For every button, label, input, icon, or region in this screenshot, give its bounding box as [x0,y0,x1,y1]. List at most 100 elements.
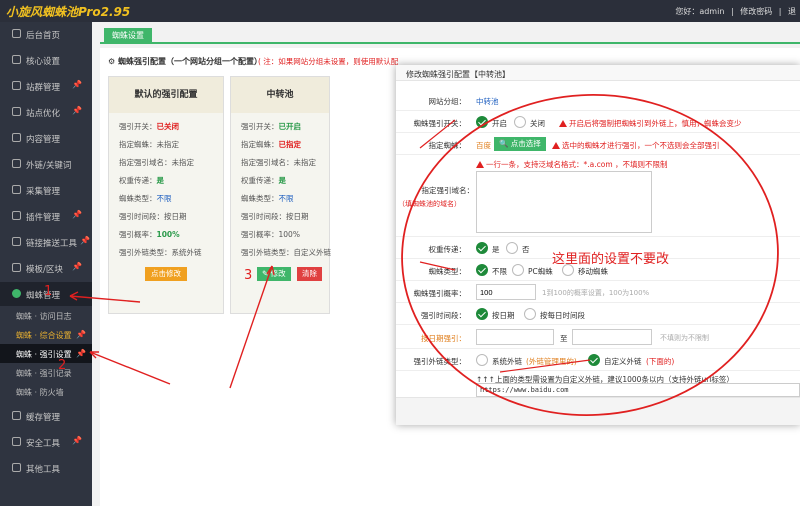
time-label: 强引时间段： [421,311,466,320]
sidebar-item-core-settings[interactable]: 核心设置 [0,48,92,72]
edit-relay-button[interactable]: ✎ 修改 [257,267,291,281]
weight-yes-label: 是 [492,245,500,254]
send-icon [12,237,21,246]
sidebar-item-push-tool[interactable]: 链接推送工具 📌 [0,230,92,254]
modal-header: 修改蜘蛛强引配置【中转池】 [396,65,800,81]
top-bar: 小旋风蜘蛛池Pro2.95 您好：admin | 修改密码 | 退 [0,0,800,22]
plugin-icon [12,211,21,220]
template-icon [12,263,21,272]
card-row: 强引开关：已开启 [241,122,301,131]
shield-icon [12,437,21,446]
card-row: 蜘蛛类型：不限 [241,194,294,203]
pin-icon: 📌 [80,236,90,245]
optimize-icon [12,107,21,116]
spider-type-label: 蜘蛛类型： [428,267,467,276]
probability-hint: 1到100的概率设置，100为100% [542,289,650,297]
separator: | [730,7,734,16]
group-value: 中转池 [476,97,499,106]
card-row: 蜘蛛类型：不限 [119,194,172,203]
date-end-input[interactable] [572,329,652,345]
switch-off-radio[interactable] [514,116,526,128]
warning-icon [552,142,560,149]
edit-default-button[interactable]: 点击修改 [145,267,187,281]
sidebar: 后台首页 核心设置 站群管理 📌 站点优化 📌 内容管理 外链/关键词 采集管理 插… [0,22,92,506]
logout-link[interactable]: 退 [788,7,796,16]
time-by-date-radio[interactable] [476,308,488,320]
spider-label: 指定蜘蛛： [428,141,467,150]
user-menu: 您好：admin | 修改密码 | 退 [671,6,796,17]
sidebar-subitem-label: 蜘蛛 · 防火墙 [16,388,64,397]
annotation-note: 这里面的设置不要改 [552,252,670,267]
card-row: 强引概率：100% [241,230,300,239]
content-icon [12,133,21,142]
sidebar-item-cache[interactable]: 缓存管理 [0,404,92,428]
date-hint: 不填则为不限制 [660,334,709,342]
sidebar-item-label: 内容管理 [26,135,61,145]
sidebar-subitem-firewall[interactable]: 蜘蛛 · 防火墙 [0,382,92,401]
separator: | [778,7,782,16]
sidebar-subitem-force-records[interactable]: 蜘蛛 · 强引记录 [0,363,92,382]
app-logo: 小旋风蜘蛛池Pro2.95 [6,5,131,19]
type-any-radio[interactable] [476,264,488,276]
tab-spider-settings[interactable]: 蜘蛛设置 [104,28,152,44]
switch-on-radio[interactable] [476,116,488,128]
spider-icon [12,289,21,298]
sidebar-item-label: 插件管理 [26,213,61,223]
card-row: 指定蜘蛛：未指定 [119,140,179,149]
gear-icon [12,55,21,64]
link-system-radio[interactable] [476,354,488,366]
sidebar-item-site-optimize[interactable]: 站点优化 📌 [0,100,92,124]
sidebar-item-label: 其他工具 [26,465,61,475]
modal-footer [396,397,800,425]
probability-input[interactable] [476,284,536,300]
sidebar-item-label: 链接推送工具 [26,239,78,249]
custom-links-textarea[interactable]: https://www.baidu.com [476,383,800,397]
type-pc-label: PC蜘蛛 [528,267,553,276]
type-pc-radio[interactable] [512,264,524,276]
collect-icon [12,185,21,194]
sidebar-item-links-keywords[interactable]: 外链/关键词 [0,152,92,176]
link-custom-radio[interactable] [588,354,600,366]
sidebar-item-plugins[interactable]: 插件管理 📌 [0,204,92,228]
sidebar-item-content[interactable]: 内容管理 [0,126,92,150]
weight-no-radio[interactable] [506,242,518,254]
sidebar-subitem-general-settings[interactable]: 蜘蛛 · 综合设置 📌 [0,325,92,344]
weight-yes-radio[interactable] [476,242,488,254]
pin-icon: 📌 [72,262,82,271]
annotation-number-1: 1 [44,284,53,299]
modal-title: 修改蜘蛛强引配置【中转池】 [406,70,510,79]
row-group: 网站分组： 中转池 [396,89,800,111]
sidebar-item-other-tools[interactable]: 其他工具 [0,456,92,480]
sidebar-item-home[interactable]: 后台首页 [0,22,92,46]
date-start-input[interactable] [476,329,554,345]
weight-label: 权重传递： [428,245,467,254]
sidebar-item-security[interactable]: 安全工具 📌 [0,430,92,454]
sidebar-item-collect[interactable]: 采集管理 [0,178,92,202]
card-title: 中转池 [231,77,329,113]
sidebar-item-templates[interactable]: 模板/区块 📌 [0,256,92,280]
card-row: 指定蜘蛛：已指定 [241,140,301,149]
sidebar-subitem-access-log[interactable]: 蜘蛛 · 访问日志 [0,306,92,325]
select-spider-label: 点击选择 [510,139,541,148]
select-spider-button[interactable]: 🔍 点击选择 [494,137,546,151]
card-row: 强引外链类型：系统外链 [119,248,202,257]
domain-textarea[interactable] [476,171,652,233]
card-row: 强引概率：100% [119,230,180,239]
type-mobile-label: 移动蜘蛛 [578,267,608,276]
row-probability: 蜘蛛强引概率： 1到100的概率设置，100为100% [396,281,800,303]
row-spider: 指定蜘蛛： 百度 🔍 点击选择 选中的蜘蛛才进行强引，一个不选则会全部强引 [396,133,800,155]
sidebar-subitem-label: 蜘蛛 · 综合设置 [16,331,72,340]
config-title: ⚙ 蜘蛛强引配置（一个网站分组一个配置） [108,57,262,66]
change-password-link[interactable]: 修改密码 [740,7,772,16]
time-by-daily-radio[interactable] [524,308,536,320]
sidebar-subitem-force-settings[interactable]: 蜘蛛 · 强引设置 📌 [0,344,92,363]
sidebar-item-label: 核心设置 [26,57,61,67]
time-by-date-label: 按日期 [492,311,515,320]
annotation-number-3: 3 [244,268,253,283]
clear-relay-button[interactable]: 清除 [297,267,322,281]
pin-icon: 📌 [72,436,82,445]
sidebar-item-label: 后台首页 [26,31,61,41]
card-row: 强引外链类型：自定义外链 [241,248,331,257]
card-row: 强引时间段：按日期 [119,212,187,221]
sidebar-item-site-group[interactable]: 站群管理 📌 [0,74,92,98]
